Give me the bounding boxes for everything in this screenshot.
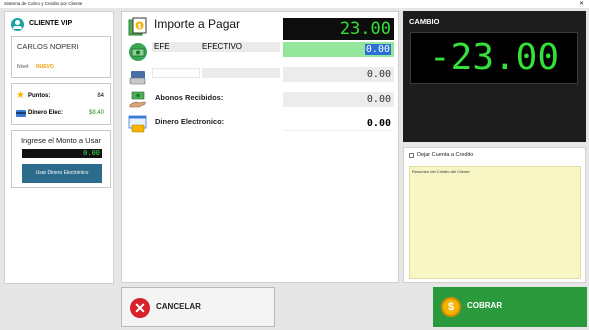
wallet-use-title: Ingrese el Monto a Usar — [20, 136, 102, 145]
total-amount: 23.00 — [283, 18, 394, 40]
points-label: Puntos: — [28, 93, 51, 99]
customer-panel: CLIENTE VIP CARLOS NOPERI Nivel: NUEVO ★… — [4, 11, 114, 284]
payment-method-code: EFE — [154, 42, 170, 51]
use-wallet-button[interactable]: Usar Dinero Electrónico — [22, 164, 102, 183]
coin-icon: $ — [441, 297, 461, 317]
secondary-method-name-field[interactable] — [202, 68, 280, 78]
wallet-value: $8.40 — [88, 110, 104, 116]
payment-icon — [129, 71, 146, 85]
abonos-label: Abonos Recibidos: — [155, 93, 224, 102]
customer-level-value: NUEVO — [36, 64, 54, 70]
points-value: 84 — [97, 93, 104, 99]
cancel-button-label: CANCELAR — [156, 302, 201, 311]
window-close-icon[interactable]: ✕ — [579, 0, 584, 8]
secondary-amount-field[interactable]: 0.00 — [283, 67, 394, 82]
customer-points-box: ★ Puntos: 84 Dinero Elec: $8.40 — [11, 83, 111, 125]
svg-text:$: $ — [137, 23, 141, 30]
wallet-amount-input[interactable]: 0.00 — [22, 149, 102, 158]
customer-name: CARLOS NOPERI — [17, 42, 79, 51]
window-title: Sistema de Cobro y Credito por Cliente — [4, 1, 83, 6]
charge-button[interactable]: $ COBRAR — [433, 287, 587, 327]
payment-panel: $ Importe a Pagar 23.00 EFE EFECTIVO 0.0… — [121, 11, 399, 283]
payment-method-name: EFECTIVO — [202, 42, 243, 51]
wallet-label: Dinero Elec: — [28, 110, 64, 116]
credit-checkbox-label[interactable]: Dejar Cuenta a Credito — [417, 152, 473, 158]
cancel-button[interactable]: ✕ CANCELAR — [121, 287, 275, 327]
electronic-amount: 0.00 — [283, 116, 394, 131]
change-amount: -23.00 — [410, 32, 578, 84]
customer-info-box: CARLOS NOPERI Nivel: NUEVO — [11, 36, 111, 78]
payment-method-selector[interactable]: EFE EFECTIVO — [152, 42, 280, 52]
change-panel: CAMBIO -23.00 — [403, 11, 586, 142]
close-icon: ✕ — [130, 298, 150, 318]
secondary-method-code-field[interactable] — [152, 68, 200, 78]
credit-panel: Dejar Cuenta a Credito Resumen del Crédi… — [403, 147, 586, 283]
total-label: Importe a Pagar — [154, 17, 241, 31]
star-icon: ★ — [16, 90, 25, 101]
credit-summary-box: Resumen del Crédito del Cliente — [409, 166, 581, 279]
credit-summary-label: Resumen del Crédito del Cliente — [412, 169, 470, 174]
web-payment-icon — [128, 115, 147, 133]
charge-button-label: COBRAR — [467, 301, 503, 310]
money-icon: $ — [128, 17, 147, 36]
abonos-amount: 0.00 — [283, 92, 394, 107]
wallet-use-box: Ingrese el Monto a Usar 0.00 Usar Dinero… — [11, 130, 111, 188]
electronic-label: Dinero Electronico: — [155, 117, 225, 126]
window-titlebar: Sistema de Cobro y Credito por Cliente ✕ — [0, 0, 589, 8]
cash-amount-value: 0.00 — [364, 44, 391, 55]
hand-money-icon — [129, 91, 146, 108]
customer-level-label: Nivel: — [17, 64, 30, 70]
bills-icon — [129, 43, 147, 61]
credit-checkbox[interactable] — [409, 153, 414, 158]
cash-amount-input[interactable]: 0.00 — [283, 42, 394, 57]
customer-header: CLIENTE VIP — [11, 18, 111, 32]
customer-section-title: CLIENTE VIP — [29, 20, 73, 27]
user-icon — [11, 18, 24, 31]
change-label: CAMBIO — [409, 17, 440, 26]
card-icon — [16, 110, 26, 117]
